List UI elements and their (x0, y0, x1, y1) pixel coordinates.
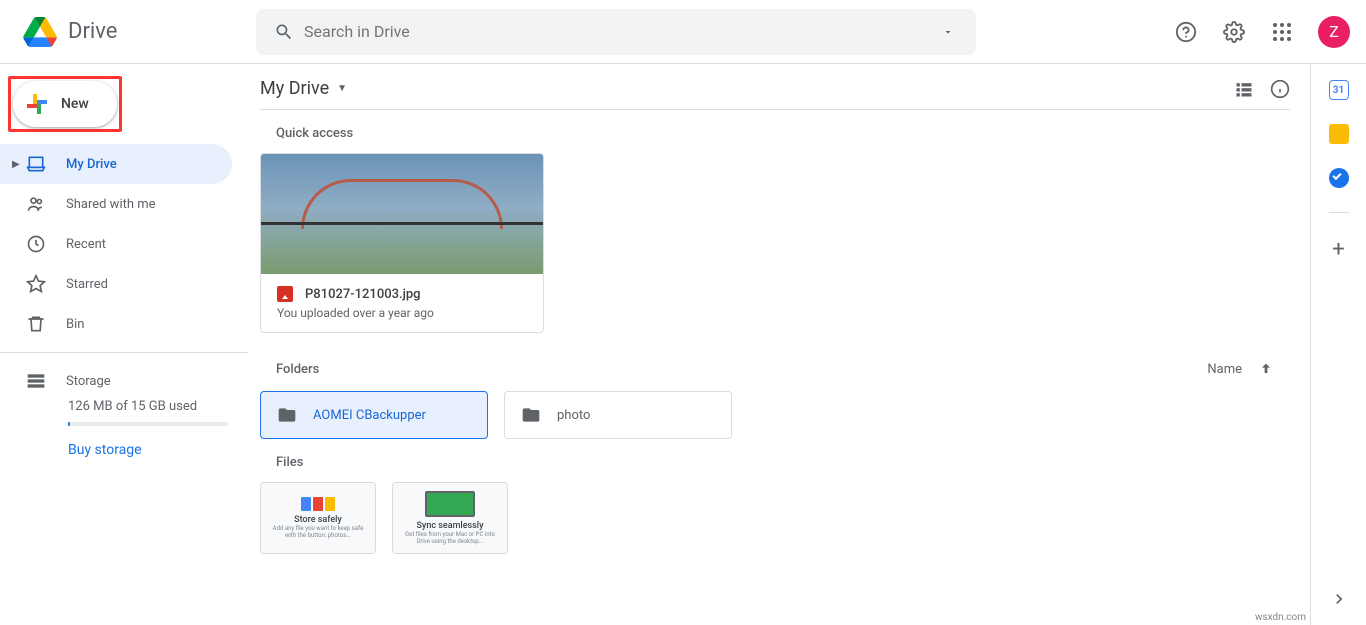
nav-label: Recent (66, 237, 106, 252)
buy-storage-link[interactable]: Buy storage (0, 442, 248, 458)
header-actions: Z (1166, 12, 1358, 52)
nav-label: Starred (66, 277, 108, 292)
nav-label: Shared with me (66, 197, 156, 212)
file-name: P81027-121003.jpg (305, 287, 421, 302)
chevron-right-icon[interactable] (1329, 589, 1349, 609)
arrow-up-icon (1258, 361, 1274, 377)
drive-icon (24, 154, 48, 174)
nav-label: Storage (66, 374, 111, 389)
avatar[interactable]: Z (1318, 16, 1350, 48)
sidebar: New ▶ My Drive Shared with me Recent (0, 64, 248, 625)
breadcrumb-label: My Drive (260, 78, 329, 99)
chevron-down-icon: ▼ (337, 83, 347, 94)
search-bar[interactable] (256, 9, 976, 55)
calendar-icon[interactable]: 31 (1329, 80, 1349, 100)
search-input[interactable] (304, 22, 928, 41)
tasks-icon[interactable] (1329, 168, 1349, 188)
folder-name: AOMEI CBackupper (313, 408, 426, 423)
side-panel: 31 + (1310, 64, 1366, 625)
new-button-highlight: New (8, 76, 122, 132)
clock-icon (24, 234, 48, 254)
sidebar-item-bin[interactable]: Bin (0, 304, 232, 344)
search-options-icon[interactable] (928, 26, 968, 38)
search-icon[interactable] (264, 22, 304, 42)
new-button[interactable]: New (13, 81, 117, 127)
info-icon[interactable] (1270, 79, 1290, 99)
main-content: My Drive ▼ Quick access (248, 64, 1310, 625)
new-button-label: New (61, 96, 89, 112)
folder-name: photo (557, 408, 590, 423)
sidebar-item-my-drive[interactable]: ▶ My Drive (0, 144, 232, 184)
plus-icon (25, 92, 49, 116)
folders-label: Folders (276, 362, 319, 377)
file-card[interactable]: Sync seamlessly Get files from your Mac … (392, 482, 508, 554)
sidebar-item-shared[interactable]: Shared with me (0, 184, 232, 224)
drive-logo-icon (20, 12, 60, 52)
attribution: wsxdn.com (1255, 612, 1306, 623)
keep-icon[interactable] (1329, 124, 1349, 144)
add-icon[interactable]: + (1332, 237, 1344, 262)
file-card[interactable]: Store safely Add any file you want to ke… (260, 482, 376, 554)
nav-label: My Drive (66, 157, 117, 172)
image-file-icon (277, 286, 293, 302)
storage-usage: 126 MB of 15 GB used (0, 399, 248, 414)
apps-icon[interactable] (1262, 12, 1302, 52)
files-label: Files (276, 455, 1290, 470)
sidebar-item-storage[interactable]: Storage (0, 361, 232, 401)
list-view-icon[interactable] (1234, 79, 1254, 99)
sidebar-item-recent[interactable]: Recent (0, 224, 232, 264)
header: Drive Z (0, 0, 1366, 64)
settings-icon[interactable] (1214, 12, 1254, 52)
folder-item[interactable]: AOMEI CBackupper (260, 391, 488, 439)
nav-label: Bin (66, 317, 84, 332)
folder-icon (521, 405, 541, 425)
expand-icon[interactable]: ▶ (12, 159, 24, 170)
trash-icon (24, 314, 48, 334)
file-subtitle: You uploaded over a year ago (277, 306, 527, 320)
quick-access-label: Quick access (276, 126, 1290, 141)
breadcrumb[interactable]: My Drive ▼ (260, 78, 347, 99)
divider (0, 352, 248, 353)
storage-bar (68, 422, 228, 426)
app-name: Drive (68, 19, 117, 44)
quick-access-card[interactable]: P81027-121003.jpg You uploaded over a ye… (260, 153, 544, 333)
folder-item[interactable]: photo (504, 391, 732, 439)
folder-icon (277, 405, 297, 425)
help-icon[interactable] (1166, 12, 1206, 52)
storage-icon (24, 371, 48, 391)
thumbnail-image (261, 154, 543, 274)
people-icon (24, 194, 48, 214)
sidebar-item-starred[interactable]: Starred (0, 264, 232, 304)
sort-control[interactable]: Name (1207, 361, 1274, 377)
star-icon (24, 274, 48, 294)
logo-section[interactable]: Drive (8, 12, 256, 52)
